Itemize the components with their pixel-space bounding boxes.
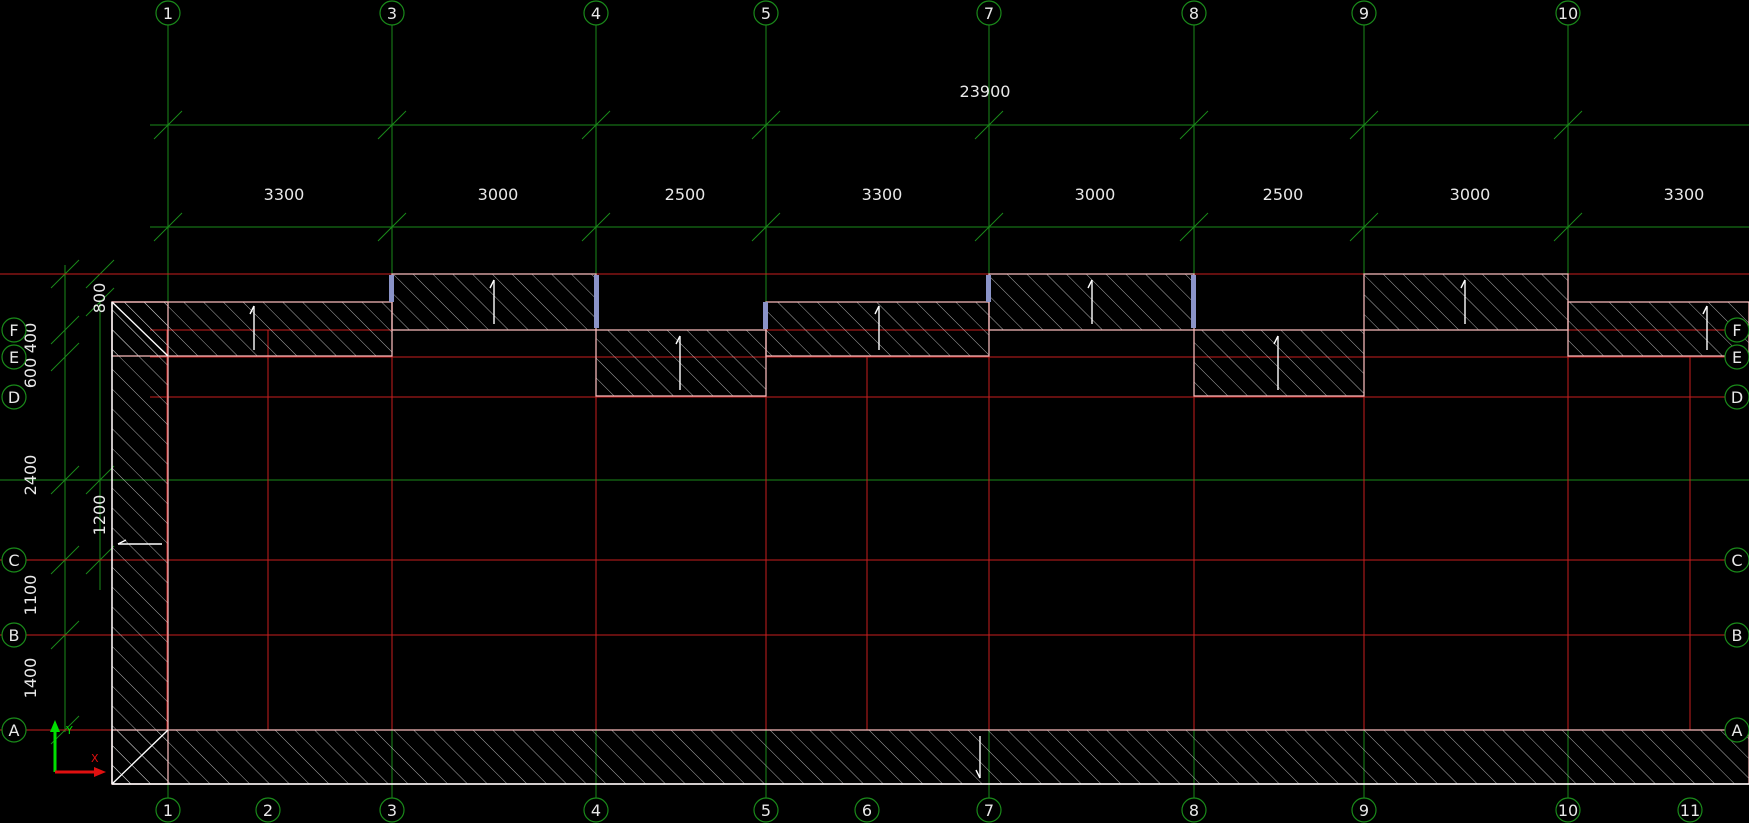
axis-bubble-left: B xyxy=(1,622,27,648)
svg-text:B: B xyxy=(9,626,20,645)
dimension-lines xyxy=(0,124,1749,732)
span-dimension-label: 3300 xyxy=(862,185,903,204)
slab-strip-right xyxy=(1567,301,1749,357)
ucs-icon: Y X xyxy=(50,720,106,777)
span-dimension-label: 3000 xyxy=(1075,185,1116,204)
svg-text:A: A xyxy=(9,721,20,740)
svg-text:5: 5 xyxy=(761,4,771,23)
svg-text:3: 3 xyxy=(387,801,397,820)
vertical-dimension-label: 1400 xyxy=(21,658,40,699)
svg-text:C: C xyxy=(1731,551,1742,570)
axis-bubble-top: 4 xyxy=(583,0,609,26)
axis-bubble-top: 9 xyxy=(1351,0,1377,26)
svg-text:5: 5 xyxy=(761,801,771,820)
svg-text:D: D xyxy=(1731,388,1743,407)
span-dimension-texts: 3300 3000 2500 3300 3000 2500 3000 3300 xyxy=(264,185,1705,204)
axis-bubble-right: B xyxy=(1724,622,1749,648)
axis-bubble-bottom: 6 xyxy=(854,797,880,823)
span-dimension-label: 3000 xyxy=(1450,185,1491,204)
vertical-dimension-label: 1100 xyxy=(21,575,40,616)
svg-text:F: F xyxy=(9,321,18,340)
span-dimension-label: 2500 xyxy=(1263,185,1304,204)
axis-bubble-left: E xyxy=(1,344,27,370)
axis-bubble-bottom: 8 xyxy=(1181,797,1207,823)
bottom-axis-bubbles: 1 2 3 4 5 6 7 8 9 10 11 xyxy=(155,797,1703,823)
axis-bubble-bottom: 2 xyxy=(255,797,281,823)
span-dimension-label: 3000 xyxy=(478,185,519,204)
svg-text:2: 2 xyxy=(263,801,273,820)
axis-bubble-left: D xyxy=(1,384,27,410)
svg-text:E: E xyxy=(1732,348,1742,367)
svg-text:7: 7 xyxy=(984,4,994,23)
axis-bubble-top: 8 xyxy=(1181,0,1207,26)
svg-text:D: D xyxy=(8,388,20,407)
slab-strip-4-5 xyxy=(595,329,767,397)
vertical-dimension-label: 800 xyxy=(90,283,109,314)
axis-bubble-bottom: 3 xyxy=(379,797,405,823)
axis-bubble-bottom: 7 xyxy=(976,797,1002,823)
svg-text:E: E xyxy=(9,348,19,367)
axis-bubble-bottom: 11 xyxy=(1677,797,1703,823)
axis-bubble-bottom: 9 xyxy=(1351,797,1377,823)
axis-bubble-right: A xyxy=(1724,717,1749,743)
svg-text:A: A xyxy=(1732,721,1743,740)
slab-strip-bottom xyxy=(111,729,1749,785)
dimension-ticks xyxy=(50,110,1583,745)
axis-bubble-top: 1 xyxy=(155,0,181,26)
span-dimension-label: 3300 xyxy=(264,185,305,204)
svg-text:10: 10 xyxy=(1558,4,1578,23)
svg-text:1: 1 xyxy=(163,4,173,23)
axis-bubble-top: 5 xyxy=(753,0,779,26)
axis-bubble-top: 7 xyxy=(976,0,1002,26)
ucs-y-label: Y xyxy=(65,724,73,737)
ucs-x-label: X xyxy=(91,752,99,765)
axis-bubble-right: D xyxy=(1724,384,1749,410)
svg-text:7: 7 xyxy=(984,801,994,820)
axis-bubble-bottom: 1 xyxy=(155,797,181,823)
svg-text:B: B xyxy=(1732,626,1743,645)
overall-dimension-text: 23900 xyxy=(960,82,1011,101)
svg-text:8: 8 xyxy=(1189,4,1199,23)
axis-bubble-bottom: 5 xyxy=(753,797,779,823)
svg-text:F: F xyxy=(1732,321,1741,340)
axis-bubble-bottom: 4 xyxy=(583,797,609,823)
axis-bubble-bottom: 10 xyxy=(1555,797,1581,823)
svg-text:6: 6 xyxy=(862,801,872,820)
span-dimension-label: 3300 xyxy=(1664,185,1705,204)
top-axis-bubbles: 1 3 4 5 7 8 9 10 xyxy=(155,0,1581,26)
svg-text:4: 4 xyxy=(591,801,601,820)
row-axis-bubbles: F FE ED DC CB BA A xyxy=(1,317,1749,743)
slab-outlines-white xyxy=(111,301,1749,785)
green-axis-grid-lines xyxy=(167,24,1569,798)
slab-strip-8-9 xyxy=(1193,329,1365,397)
axis-bubble-left: A xyxy=(1,717,27,743)
axis-bubble-right: C xyxy=(1724,547,1749,573)
svg-text:11: 11 xyxy=(1680,801,1700,820)
vertical-dimension-label: 2400 xyxy=(21,455,40,496)
axis-bubble-left: C xyxy=(1,547,27,573)
axis-bubble-top: 10 xyxy=(1555,0,1581,26)
axis-bubble-right: F xyxy=(1724,317,1749,343)
axis-bubble-left: F xyxy=(1,317,27,343)
slab-strip-9-10 xyxy=(1363,273,1569,331)
svg-text:1: 1 xyxy=(163,801,173,820)
cad-drawing-canvas[interactable]: 23900 3300 3000 2500 3300 3000 2500 3000 3300 4… xyxy=(0,0,1749,823)
slab-strips xyxy=(111,273,1749,785)
span-dimension-label: 2500 xyxy=(665,185,706,204)
svg-text:3: 3 xyxy=(387,4,397,23)
svg-text:4: 4 xyxy=(591,4,601,23)
axis-bubble-right: E xyxy=(1724,344,1749,370)
axis-bubble-top: 3 xyxy=(379,0,405,26)
svg-text:9: 9 xyxy=(1359,4,1369,23)
svg-text:8: 8 xyxy=(1189,801,1199,820)
svg-text:10: 10 xyxy=(1558,801,1578,820)
svg-text:C: C xyxy=(8,551,19,570)
svg-text:9: 9 xyxy=(1359,801,1369,820)
vertical-dimension-label: 1200 xyxy=(90,495,109,536)
